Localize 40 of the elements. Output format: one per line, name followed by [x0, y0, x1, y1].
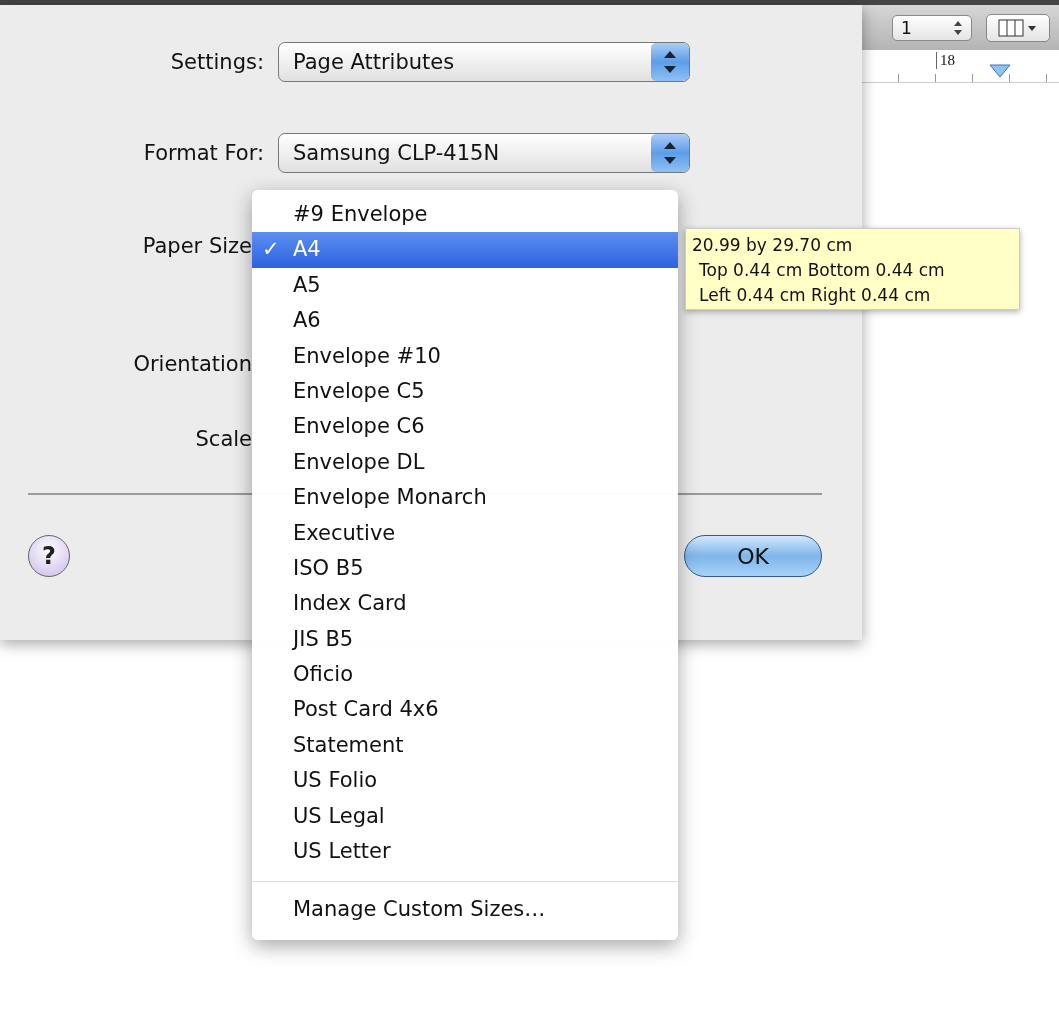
tooltip-line: 20.99 by 29.70 cm — [692, 234, 854, 257]
field-label: Settings: — [169, 50, 264, 74]
menu-item[interactable]: Envelope #10 — [252, 338, 678, 374]
popup-button[interactable]: Samsung CLP-415N — [278, 133, 690, 173]
field-label: Scale — [194, 427, 252, 451]
menu-item[interactable]: Statement — [252, 727, 678, 764]
menu-item[interactable]: Index Card — [252, 586, 678, 622]
menu-item[interactable]: ISO B5 — [252, 550, 678, 587]
menu-item[interactable]: US Legal — [252, 798, 678, 835]
menu-item[interactable]: Oficio — [252, 657, 678, 693]
menu-item[interactable]: Envelope Monarch — [252, 480, 678, 516]
tab-marker-icon[interactable] — [989, 64, 1011, 78]
ruler-number: 18 — [936, 52, 955, 69]
popup-button[interactable]: Page Attributes — [278, 42, 690, 82]
menu-item[interactable]: Post Card 4x6 — [252, 692, 678, 728]
menu-item[interactable]: Envelope C6 — [252, 409, 678, 445]
menu-item[interactable]: ✓ A4 — [252, 232, 678, 268]
up-down-arrows-icon — [651, 43, 689, 81]
columns-button[interactable] — [986, 13, 1050, 42]
menu-item[interactable]: A6 — [252, 303, 678, 339]
menu-item[interactable]: Envelope DL — [252, 444, 678, 481]
columns-icon — [998, 18, 1038, 37]
menu-item[interactable]: US Letter — [252, 834, 678, 870]
up-down-arrows-icon — [953, 19, 963, 36]
menu-item[interactable]: US Folio — [252, 763, 678, 799]
tooltip-line: Top 0.44 cm Bottom 0.44 cm — [698, 259, 946, 282]
field-label: Paper Size — [141, 234, 252, 258]
up-down-arrows-icon — [651, 134, 689, 172]
field-label: Orientation — [132, 352, 252, 376]
help-button[interactable]: ? — [28, 535, 70, 577]
ok-button[interactable]: OK — [684, 535, 822, 577]
menu-item[interactable]: #9 Envelope — [252, 197, 678, 233]
menu-item[interactable]: A5 — [252, 267, 678, 304]
menu-item[interactable]: Executive — [252, 515, 678, 551]
tooltip-line: Left 0.44 cm Right 0.44 cm — [698, 284, 932, 307]
page-stepper[interactable]: 1 — [892, 14, 972, 41]
menu-item[interactable]: Envelope C5 — [252, 373, 678, 410]
menu-item[interactable]: JIS B5 — [252, 621, 678, 658]
field-label: Format For: — [142, 141, 264, 165]
menu-item[interactable]: Manage Custom Sizes… — [252, 892, 678, 928]
